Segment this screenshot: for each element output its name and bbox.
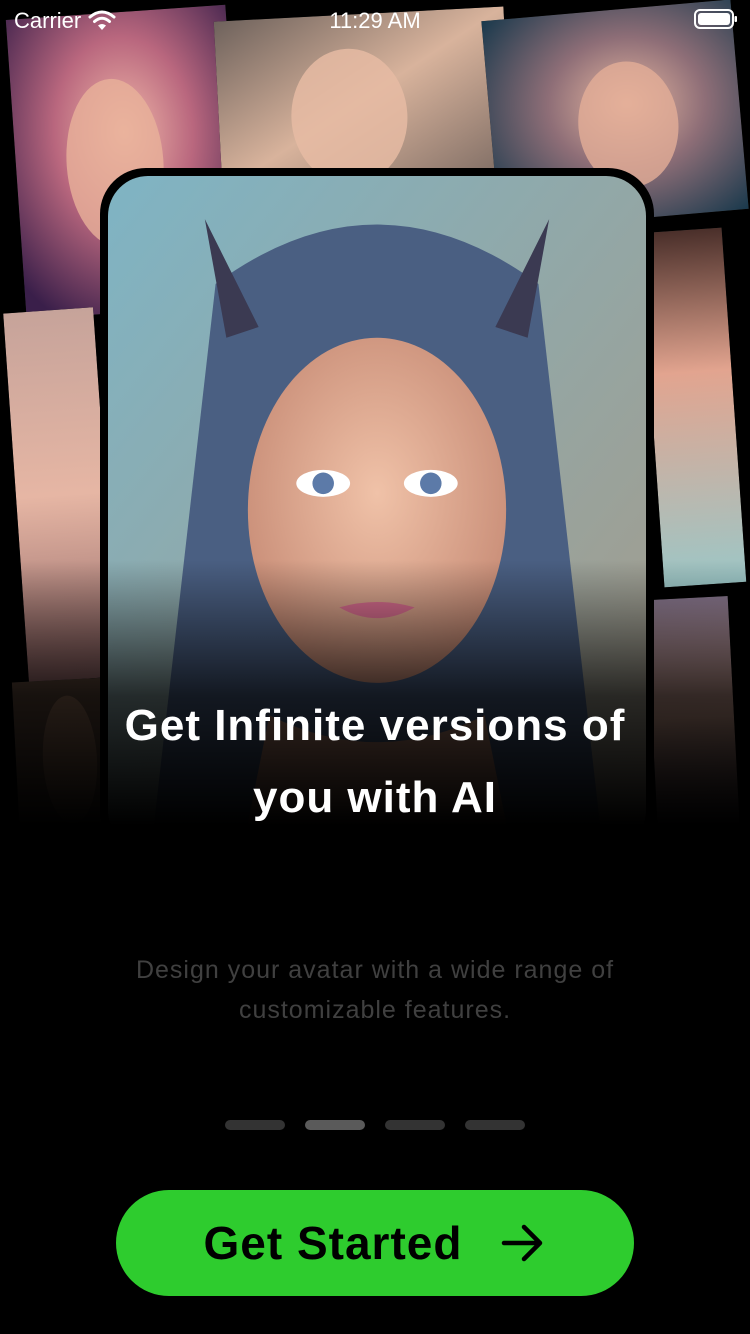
avatar-image	[639, 227, 747, 588]
page-dot[interactable]	[385, 1120, 445, 1130]
status-bar: Carrier 11:29 AM	[0, 0, 750, 40]
page-indicator	[0, 1120, 750, 1130]
get-started-label: Get Started	[203, 1217, 463, 1269]
status-time: 11:29 AM	[329, 8, 421, 33]
page-dot-active[interactable]	[305, 1120, 365, 1130]
onboarding-subtitle: Design your avatar with a wide range of …	[135, 956, 615, 1024]
get-started-button[interactable]: Get Started	[116, 1190, 634, 1296]
arrow-right-icon	[502, 1224, 543, 1262]
battery-icon	[694, 9, 737, 29]
page-dot[interactable]	[465, 1120, 525, 1130]
onboarding-headline: Get Infinite versions of you with AI	[124, 701, 626, 822]
page-dot[interactable]	[225, 1120, 285, 1130]
